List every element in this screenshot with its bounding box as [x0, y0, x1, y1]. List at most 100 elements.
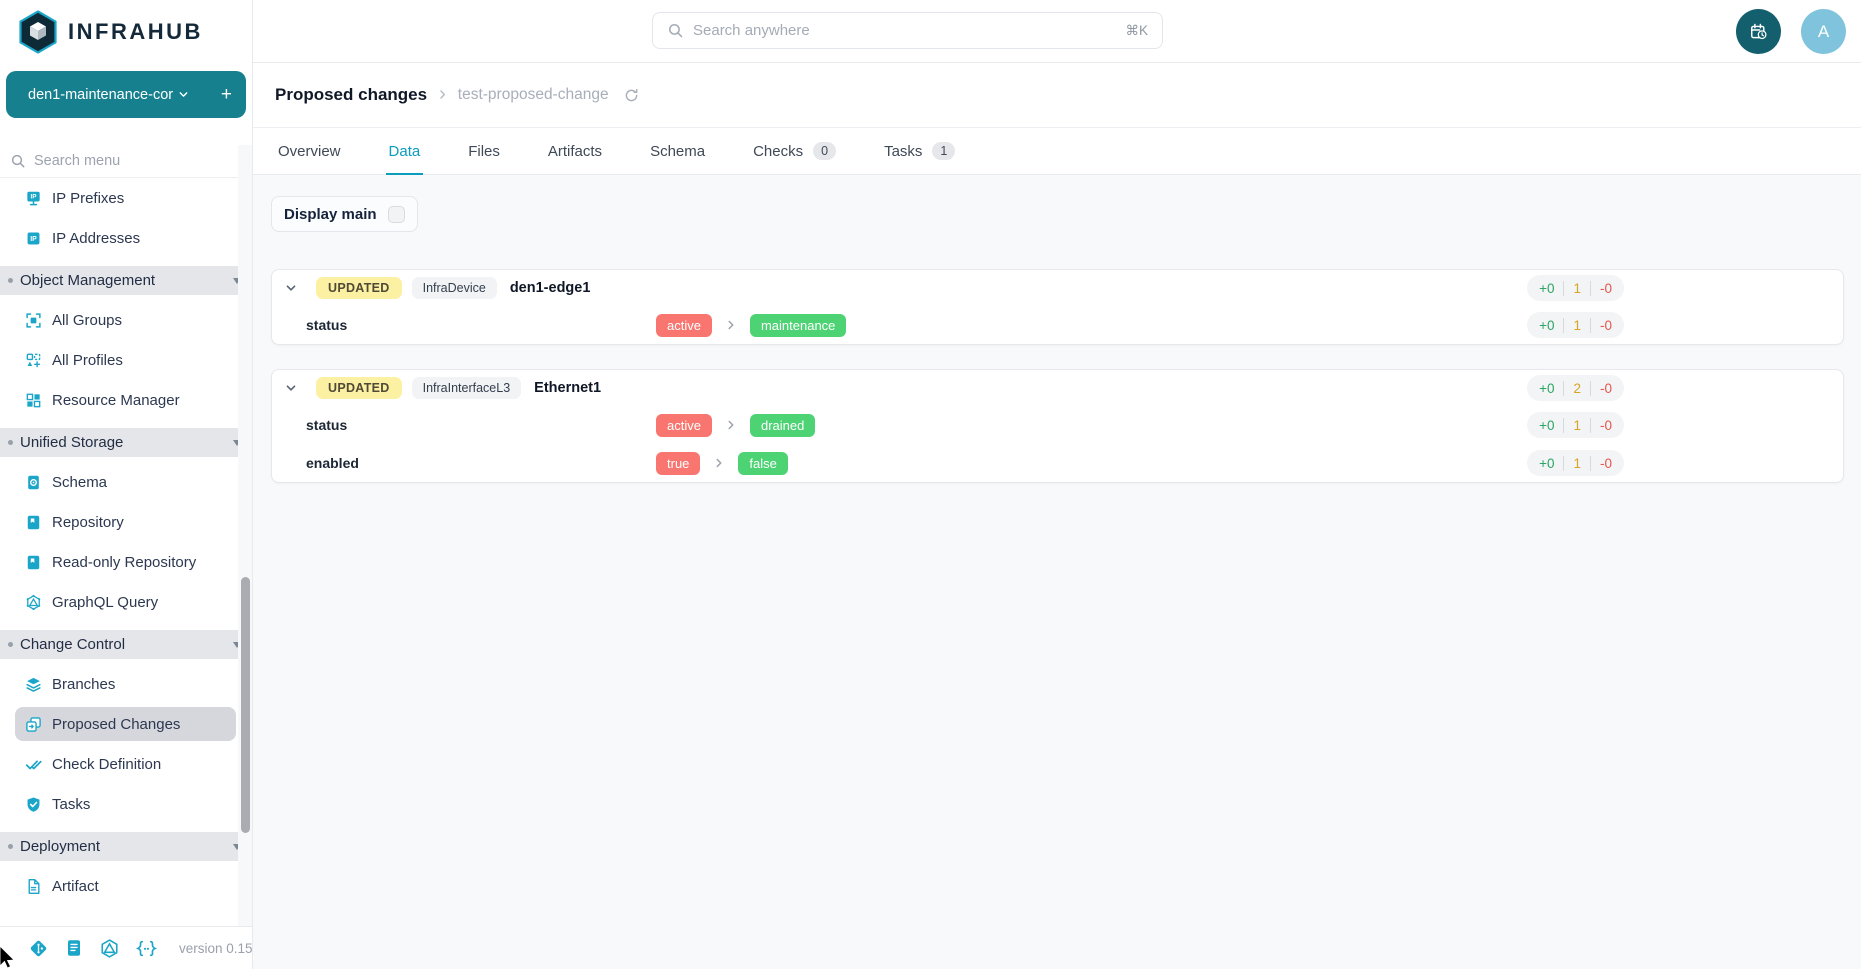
avatar[interactable]: A: [1801, 9, 1846, 54]
updated-count: 2: [1563, 381, 1591, 396]
infrahub-logo-icon: [18, 10, 58, 54]
removed-count: -0: [1600, 456, 1612, 471]
sidebar-item-all-groups[interactable]: All Groups: [0, 300, 252, 340]
sidebar-item-label: Schema: [52, 474, 107, 491]
section-label: Object Management: [20, 272, 155, 289]
all-groups-icon: [25, 312, 42, 329]
tab-artifacts[interactable]: Artifacts: [545, 128, 605, 174]
chevron-down-icon: [177, 88, 190, 101]
global-search[interactable]: ⌘K: [652, 12, 1163, 49]
branch-selector[interactable]: den1-maintenance-cor +: [6, 71, 246, 118]
diff-counter: +0 1 -0: [1527, 412, 1624, 438]
sidebar-item-ip-addresses[interactable]: IP IP Addresses: [0, 218, 252, 258]
section-bullet-icon: [8, 278, 13, 283]
ip-addresses-icon: IP: [25, 230, 42, 247]
sidebar-search[interactable]: [0, 145, 252, 178]
diff-card-header: UPDATED InfraDevice den1-edge1 +0 1 -0: [272, 270, 1843, 306]
checks-count-badge: 0: [813, 142, 836, 160]
readonly-repository-icon: [25, 554, 42, 571]
keyboard-shortcut: ⌘K: [1125, 23, 1148, 39]
sidebar-item-graphql-query[interactable]: GraphQL Query: [0, 582, 252, 622]
object-name: den1-edge1: [510, 280, 591, 296]
repository-icon: [25, 514, 42, 531]
sidebar-item-label: Branches: [52, 676, 115, 693]
code-braces-icon[interactable]: [135, 938, 158, 959]
tab-bar: Overview Data Files Artifacts Schema Che…: [253, 128, 1861, 175]
schedule-button[interactable]: [1736, 9, 1781, 54]
tab-label: Files: [468, 143, 500, 160]
check-definition-icon: [25, 756, 42, 773]
section-bullet-icon: [8, 440, 13, 445]
sidebar-item-label: Tasks: [52, 796, 90, 813]
global-search-input[interactable]: [693, 22, 1116, 39]
sidebar-item-branches[interactable]: Branches: [0, 664, 252, 704]
sidebar-item-label: GraphQL Query: [52, 594, 158, 611]
tab-overview[interactable]: Overview: [275, 128, 344, 174]
sidebar-item-ip-prefixes[interactable]: IP IP Prefixes: [0, 178, 252, 218]
display-main-checkbox[interactable]: [388, 206, 405, 223]
updated-count: 1: [1563, 418, 1591, 433]
mouse-cursor: [0, 946, 16, 969]
sidebar-scrollbar-thumb[interactable]: [241, 577, 250, 833]
chevron-down-icon[interactable]: [283, 280, 299, 296]
diff-card-header: UPDATED InfraInterfaceL3 Ethernet1 +0 2 …: [272, 370, 1843, 406]
sidebar-section-change-control[interactable]: Change Control: [0, 630, 252, 659]
display-main-toggle[interactable]: Display main: [271, 196, 418, 232]
sidebar-item-check-definition[interactable]: Check Definition: [0, 744, 252, 784]
breadcrumb-current: test-proposed-change: [458, 86, 609, 104]
sidebar-item-label: Resource Manager: [52, 392, 180, 409]
tab-label: Tasks: [884, 143, 922, 160]
breadcrumb-title[interactable]: Proposed changes: [275, 85, 427, 105]
tab-checks[interactable]: Checks 0: [750, 128, 839, 174]
sidebar-item-label: Check Definition: [52, 756, 161, 773]
attribute-name: enabled: [272, 455, 656, 471]
sidebar-section-object-management[interactable]: Object Management: [0, 266, 252, 295]
graphql-icon[interactable]: [99, 938, 120, 959]
sidebar-item-readonly-repository[interactable]: Read-only Repository: [0, 542, 252, 582]
chevron-right-icon: [724, 418, 738, 432]
refresh-icon[interactable]: [623, 87, 640, 104]
docs-icon[interactable]: [64, 938, 84, 958]
calendar-clock-icon: [1749, 22, 1768, 41]
breadcrumb: Proposed changes › test-proposed-change: [253, 63, 1861, 128]
logo-row: INFRAHUB: [0, 0, 252, 63]
sidebar-item-artifact[interactable]: Artifact: [0, 866, 252, 906]
section-bullet-icon: [8, 844, 13, 849]
graphql-query-icon: [25, 594, 42, 611]
sidebar-item-proposed-changes[interactable]: Proposed Changes: [15, 707, 236, 741]
tab-data[interactable]: Data: [386, 128, 424, 174]
sidebar-section-unified-storage[interactable]: Unified Storage: [0, 428, 252, 457]
chevron-right-icon: [724, 318, 738, 332]
app-window: INFRAHUB den1-maintenance-cor + IP: [0, 0, 1861, 969]
topbar-actions: A: [1736, 9, 1846, 54]
add-branch-button[interactable]: +: [221, 85, 232, 104]
sidebar-item-tasks[interactable]: Tasks: [0, 784, 252, 824]
sidebar-section-deployment[interactable]: Deployment: [0, 832, 252, 861]
chevron-down-icon[interactable]: [283, 380, 299, 396]
tab-files[interactable]: Files: [465, 128, 503, 174]
diff-counter: +0 1 -0: [1527, 275, 1624, 301]
brand-name: INFRAHUB: [68, 19, 203, 45]
tab-label: Checks: [753, 143, 803, 160]
sidebar: INFRAHUB den1-maintenance-cor + IP: [0, 0, 253, 969]
added-count: +0: [1539, 318, 1554, 333]
tab-schema[interactable]: Schema: [647, 128, 708, 174]
section-label: Unified Storage: [20, 434, 123, 451]
added-count: +0: [1539, 418, 1554, 433]
topbar: ⌘K A: [253, 0, 1861, 63]
sidebar-item-label: Read-only Repository: [52, 554, 196, 571]
kind-badge: InfraInterfaceL3: [412, 377, 522, 399]
sidebar-item-resource-manager[interactable]: Resource Manager: [0, 380, 252, 420]
sidebar-search-input[interactable]: [34, 153, 242, 169]
attribute-name: status: [272, 417, 656, 433]
sidebar-scrollbar: [238, 145, 252, 926]
sidebar-item-repository[interactable]: Repository: [0, 502, 252, 542]
kind-badge: InfraDevice: [412, 277, 497, 299]
sidebar-item-all-profiles[interactable]: All Profiles: [0, 340, 252, 380]
sidebar-item-schema[interactable]: Schema: [0, 462, 252, 502]
git-icon[interactable]: [28, 938, 49, 959]
search-icon: [667, 22, 684, 39]
tab-tasks[interactable]: Tasks 1: [881, 128, 958, 174]
diff-values: active maintenance: [656, 314, 846, 337]
tasks-count-badge: 1: [932, 142, 955, 160]
